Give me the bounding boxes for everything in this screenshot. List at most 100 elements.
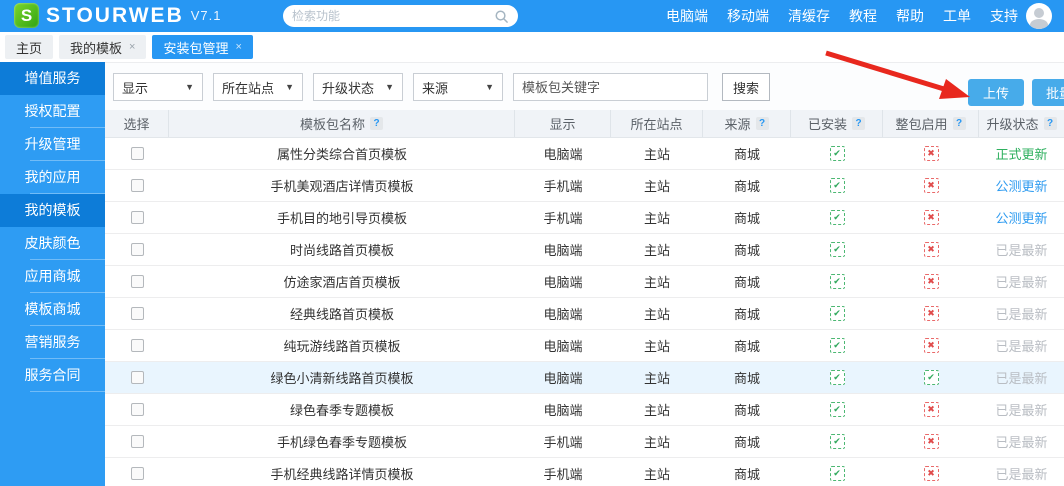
upgrade-status[interactable]: 已是最新 [979,336,1064,355]
upgrade-status[interactable]: 已是最新 [979,432,1064,451]
row-checkbox[interactable] [131,147,144,160]
row-checkbox[interactable] [131,403,144,416]
global-search[interactable] [283,5,518,27]
upgrade-status[interactable]: 已是最新 [979,464,1064,483]
upgrade-status[interactable]: 正式更新 [979,144,1064,163]
search-button[interactable]: 搜索 [722,73,770,101]
keyword-input[interactable] [513,73,708,101]
row-checkbox[interactable] [131,179,144,192]
installed-icon[interactable] [830,178,845,193]
help-icon[interactable]: ? [1044,117,1057,130]
whole-package-enabled-icon[interactable] [924,338,939,353]
display-type: 电脑端 [515,400,611,419]
sidebar-item[interactable]: 增值服务 [0,62,105,95]
upgrade-status[interactable]: 公测更新 [979,208,1064,227]
sidebar-item[interactable]: 应用商城 [0,260,105,293]
sidebar-item[interactable]: 服务合同 [0,359,105,392]
upgrade-status[interactable]: 已是最新 [979,400,1064,419]
row-checkbox[interactable] [131,467,144,480]
whole-package-enabled-icon[interactable] [924,466,939,481]
whole-package-enabled-icon[interactable] [924,210,939,225]
source: 商城 [703,176,791,195]
whole-package-enabled-icon[interactable] [924,370,939,385]
installed-icon[interactable] [830,338,845,353]
installed-icon[interactable] [830,402,845,417]
top-nav-link[interactable]: 帮助 [896,6,924,26]
sidebar-item[interactable]: 授权配置 [0,95,105,128]
table-row: 手机目的地引导页模板 手机端 主站 商城 公测更新 [105,202,1064,234]
row-checkbox[interactable] [131,307,144,320]
tab[interactable]: 我的模板 × [59,35,146,59]
table-row: 手机经典线路详情页模板 手机端 主站 商城 已是最新 [105,458,1064,486]
whole-package-enabled-icon[interactable] [924,242,939,257]
table-header-cell: 选择 [105,110,169,137]
installed-icon[interactable] [830,434,845,449]
filter-dropdown[interactable]: 来源 ▼ [413,73,503,101]
installed-icon[interactable] [830,274,845,289]
installed-icon[interactable] [830,242,845,257]
whole-package-enabled-icon[interactable] [924,178,939,193]
whole-package-enabled-icon[interactable] [924,434,939,449]
top-nav-link[interactable]: 支持 [990,6,1018,26]
upgrade-status[interactable]: 已是最新 [979,272,1064,291]
tab-close-icon[interactable]: × [129,41,135,53]
upload-button[interactable]: 上传 [968,79,1024,106]
filter-dropdown[interactable]: 所在站点 ▼ [213,73,303,101]
top-nav-link[interactable]: 电脑端 [666,6,708,26]
help-icon[interactable]: ? [756,117,769,130]
top-nav-link[interactable]: 教程 [849,6,877,26]
row-checkbox[interactable] [131,211,144,224]
help-icon[interactable]: ? [370,117,383,130]
site: 主站 [611,336,703,355]
sidebar-item[interactable]: 皮肤颜色 [0,227,105,260]
tab-label: 安装包管理 [163,38,228,57]
row-checkbox[interactable] [131,371,144,384]
table-row: 时尚线路首页模板 电脑端 主站 商城 已是最新 [105,234,1064,266]
row-checkbox[interactable] [131,435,144,448]
installed-icon[interactable] [830,370,845,385]
search-icon[interactable] [494,9,509,24]
filter-dropdown[interactable]: 升级状态 ▼ [313,73,403,101]
installed-icon[interactable] [830,466,845,481]
sidebar-item[interactable]: 营销服务 [0,326,105,359]
tab[interactable]: 主页 [5,35,53,59]
site: 主站 [611,368,703,387]
whole-package-enabled-icon[interactable] [924,146,939,161]
sidebar-item[interactable]: 我的应用 [0,161,105,194]
table-header-cell: 所在站点 [611,110,703,137]
chevron-down-icon: ▼ [285,82,294,92]
top-nav-link[interactable]: 工单 [943,6,971,26]
help-icon[interactable]: ? [953,117,966,130]
sidebar-item[interactable]: 我的模板 [0,194,105,227]
header-label: 升级状态 [986,114,1038,133]
upgrade-status[interactable]: 公测更新 [979,176,1064,195]
row-checkbox[interactable] [131,243,144,256]
sidebar-item[interactable]: 模板商城 [0,293,105,326]
top-nav-link[interactable]: 移动端 [727,6,769,26]
table-row: 手机绿色春季专题模板 手机端 主站 商城 已是最新 [105,426,1064,458]
site: 主站 [611,304,703,323]
installed-icon[interactable] [830,146,845,161]
global-search-input[interactable] [292,9,494,23]
tab-close-icon[interactable]: × [235,41,241,53]
avatar[interactable] [1026,3,1052,29]
whole-package-enabled-icon[interactable] [924,274,939,289]
help-icon[interactable]: ? [852,117,865,130]
filter-dropdown[interactable]: 显示 ▼ [113,73,203,101]
upgrade-status[interactable]: 已是最新 [979,368,1064,387]
whole-package-enabled-icon[interactable] [924,402,939,417]
whole-package-enabled-icon[interactable] [924,306,939,321]
logo-s-icon: S [14,3,39,28]
upgrade-status[interactable]: 已是最新 [979,304,1064,323]
sidebar-item[interactable]: 升级管理 [0,128,105,161]
installed-icon[interactable] [830,306,845,321]
upgrade-status[interactable]: 已是最新 [979,240,1064,259]
table-header-cell: 来源 ? [703,110,791,137]
row-checkbox[interactable] [131,275,144,288]
header-label: 选择 [123,114,149,133]
top-nav-link[interactable]: 清缓存 [788,6,830,26]
installed-icon[interactable] [830,210,845,225]
tab[interactable]: 安装包管理 × [152,35,252,59]
row-checkbox[interactable] [131,339,144,352]
batch-upload-button[interactable]: 批量上传 [1032,79,1064,106]
